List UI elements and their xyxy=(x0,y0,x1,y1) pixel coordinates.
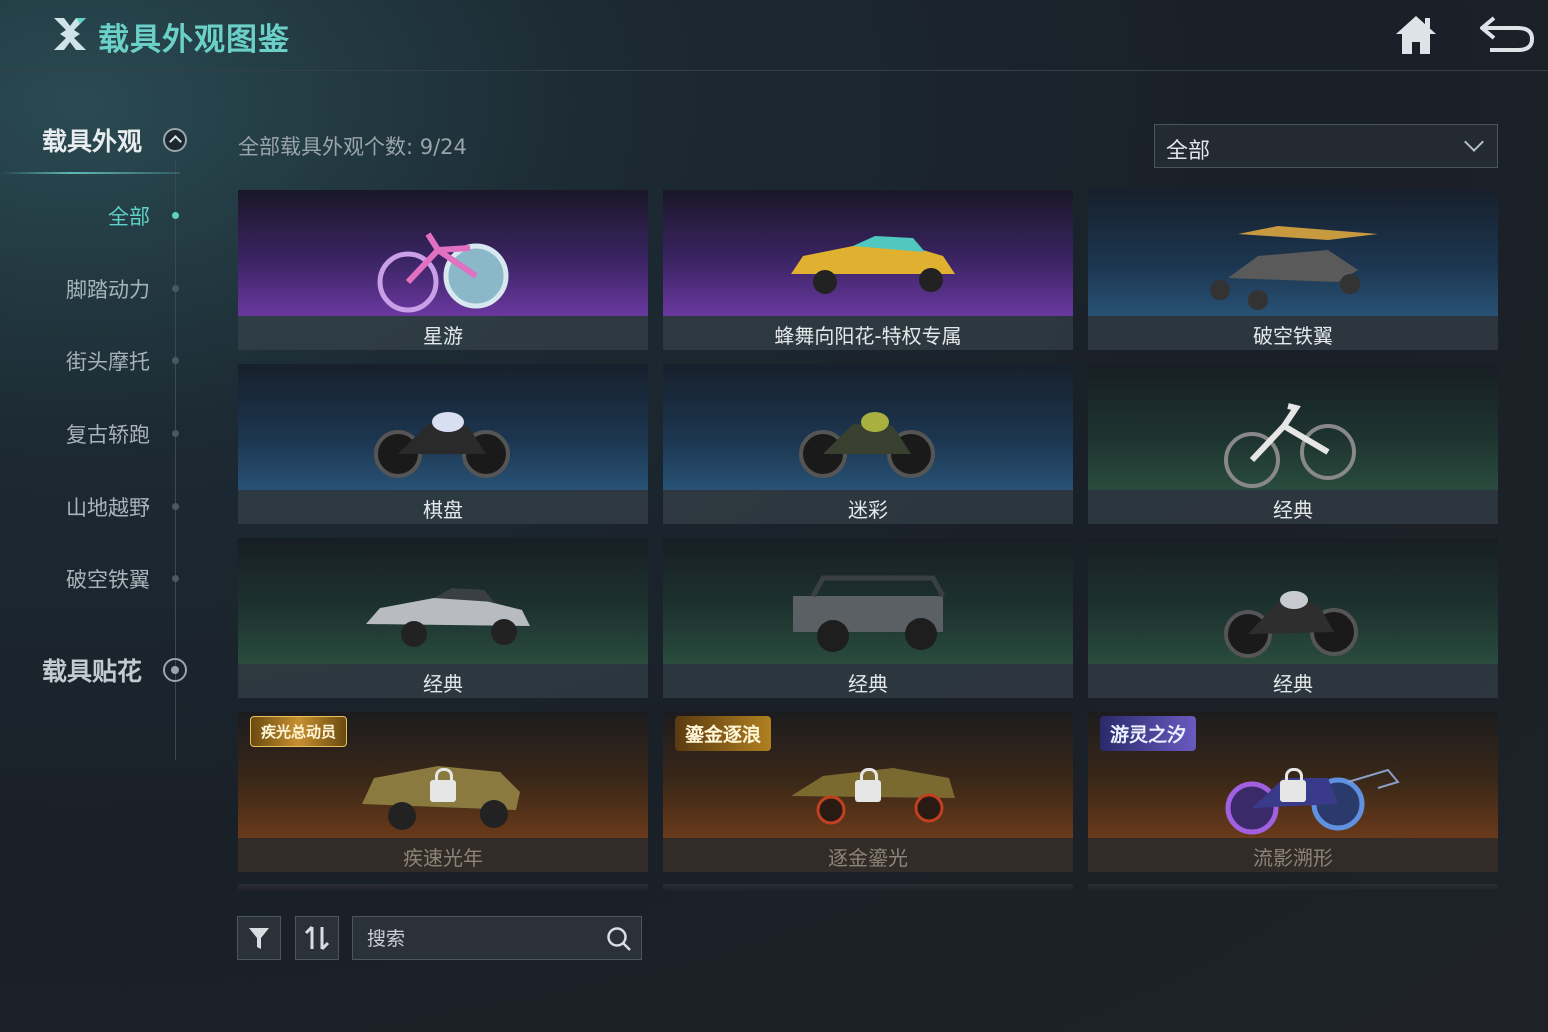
card-row-partial xyxy=(663,884,1073,892)
card-art xyxy=(663,364,1073,490)
sidebar-item-pedal[interactable]: 脚踏动力 xyxy=(66,274,150,304)
card-name-band: 破空铁翼 xyxy=(1088,316,1498,350)
card-art xyxy=(663,538,1073,664)
vehicle-card-locked[interactable]: 鎏金逐浪 逐金鎏光 xyxy=(663,712,1073,872)
aircraft-vehicle-icon xyxy=(1210,226,1378,310)
card-name: 经典 xyxy=(1273,498,1313,522)
card-name: 星游 xyxy=(423,324,463,348)
search-input[interactable] xyxy=(365,923,599,955)
sidebar-dot xyxy=(172,430,179,437)
card-name: 经典 xyxy=(848,672,888,696)
collapse-up-icon[interactable] xyxy=(163,128,187,152)
sort-arrows-icon xyxy=(304,925,330,951)
card-row-partial xyxy=(1088,884,1498,892)
event-badge: 鎏金逐浪 xyxy=(675,716,772,751)
vehicle-card[interactable]: 棋盘 xyxy=(238,364,648,524)
vehicle-card-locked[interactable]: 疾光总动员 疾速光年 xyxy=(238,712,648,872)
card-name-band: 经典 xyxy=(1088,664,1498,698)
card-name-band: 经典 xyxy=(663,664,1073,698)
bicycle-icon xyxy=(1224,403,1356,488)
search-icon[interactable] xyxy=(605,925,633,953)
sidebar-item-all[interactable]: 全部 xyxy=(108,201,150,231)
card-name: 逐金鎏光 xyxy=(828,846,908,870)
sidebar-item-aircraft[interactable]: 破空铁翼 xyxy=(66,564,150,594)
sidebar-dot xyxy=(172,503,179,510)
top-bar: 载具外观图鉴 xyxy=(0,0,1548,71)
sidebar-dot xyxy=(172,285,179,292)
motorcycle-icon xyxy=(799,412,935,478)
vehicle-card[interactable]: 经典 xyxy=(1088,364,1498,524)
vehicle-card[interactable]: 星游 xyxy=(238,190,648,350)
card-name-band: 疾速光年 xyxy=(238,838,648,872)
card-row-partial xyxy=(238,884,648,892)
event-badge: 疾光总动员 xyxy=(250,716,348,747)
filter-funnel-icon xyxy=(249,928,269,949)
card-art xyxy=(1088,538,1498,664)
vehicle-card[interactable]: 迷彩 xyxy=(663,364,1073,524)
sidebar-section-vehicle-skins[interactable]: 载具外观 xyxy=(42,122,142,158)
card-name: 棋盘 xyxy=(423,498,463,522)
filter-selected-value: 全部 xyxy=(1166,139,1211,164)
card-name-band: 迷彩 xyxy=(663,490,1073,524)
card-art xyxy=(1088,190,1498,316)
lock-icon xyxy=(855,768,881,802)
card-name-band: 棋盘 xyxy=(238,490,648,524)
card-art xyxy=(663,190,1073,316)
card-art xyxy=(238,190,648,316)
section-underline xyxy=(0,172,180,174)
card-name: 流影溯形 xyxy=(1253,846,1333,870)
card-name: 经典 xyxy=(1273,672,1313,696)
card-art xyxy=(238,364,648,490)
card-name-band: 星游 xyxy=(238,316,648,350)
jeep-icon xyxy=(793,575,946,652)
event-badge: 游灵之汐 xyxy=(1100,716,1197,751)
lock-icon xyxy=(1280,768,1306,802)
card-name: 迷彩 xyxy=(848,498,888,522)
car-icon xyxy=(791,236,955,294)
sidebar-item-offroad[interactable]: 山地越野 xyxy=(66,492,150,522)
vehicle-card[interactable]: 蜂舞向阳花-特权专属 xyxy=(663,190,1073,350)
motorcycle-icon xyxy=(1224,591,1358,658)
card-name: 蜂舞向阳花-特权专属 xyxy=(774,324,962,348)
filter-button[interactable] xyxy=(237,916,281,960)
vehicle-card[interactable]: 破空铁翼 xyxy=(1088,190,1498,350)
sidebar-dot xyxy=(172,357,179,364)
card-name: 疾速光年 xyxy=(403,846,483,870)
sidebar-dot xyxy=(172,575,179,582)
category-sidebar: 载具外观 全部 脚踏动力 街头摩托 复古轿跑 山地越野 破空铁翼 载具贴花 xyxy=(0,100,200,780)
card-name-band: 经典 xyxy=(238,664,648,698)
card-name-band: 逐金鎏光 xyxy=(663,838,1073,872)
game-logo-icon xyxy=(54,18,86,50)
sidebar-dot-active xyxy=(172,212,179,219)
card-name: 破空铁翼 xyxy=(1253,324,1333,348)
card-name-band: 流影溯形 xyxy=(1088,838,1498,872)
skin-count-label: 全部载具外观个数: 9/24 xyxy=(238,135,467,159)
car-icon xyxy=(366,588,530,647)
sort-button[interactable] xyxy=(295,916,339,960)
sidebar-item-retro-coupe[interactable]: 复古轿跑 xyxy=(66,419,150,449)
vehicle-card[interactable]: 经典 xyxy=(1088,538,1498,698)
radio-dot-icon[interactable] xyxy=(163,658,187,682)
vehicle-card[interactable]: 经典 xyxy=(663,538,1073,698)
page-title: 载具外观图鉴 xyxy=(98,22,290,58)
card-name-band: 经典 xyxy=(1088,490,1498,524)
search-box[interactable] xyxy=(352,916,642,960)
vehicle-card[interactable]: 经典 xyxy=(238,538,648,698)
vehicle-card-locked[interactable]: 游灵之汐 流影溯形 xyxy=(1088,712,1498,872)
filter-dropdown[interactable]: 全部 xyxy=(1154,124,1498,168)
chevron-down-icon xyxy=(1464,132,1484,152)
card-art xyxy=(1088,364,1498,490)
lock-icon xyxy=(430,768,456,802)
card-name-band: 蜂舞向阳花-特权专属 xyxy=(663,316,1073,350)
home-icon[interactable] xyxy=(1392,12,1440,58)
sidebar-item-street-moto[interactable]: 街头摩托 xyxy=(66,346,150,376)
motorcycle-icon xyxy=(374,412,510,478)
card-name: 经典 xyxy=(423,672,463,696)
back-icon[interactable] xyxy=(1478,12,1536,56)
sidebar-section-decals[interactable]: 载具贴花 xyxy=(42,652,142,688)
card-art xyxy=(238,538,648,664)
bicycle-icon xyxy=(377,232,509,313)
